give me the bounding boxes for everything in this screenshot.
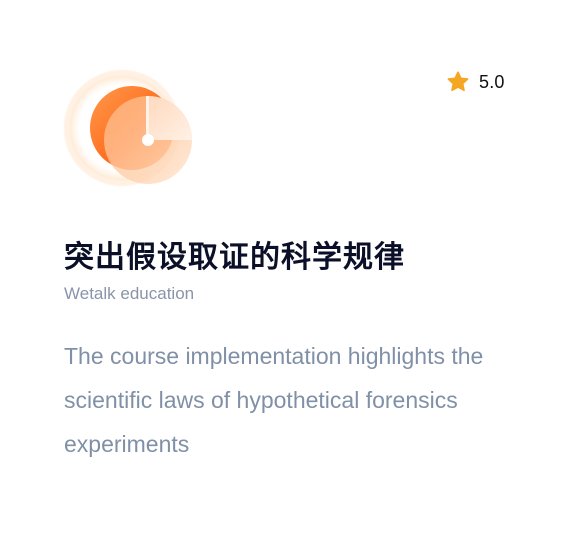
orange-clock-pie-icon xyxy=(62,68,192,188)
course-title: 突出假设取证的科学规律 xyxy=(64,240,405,275)
course-rating: 5.0 xyxy=(446,70,505,94)
star-icon xyxy=(447,71,469,92)
course-provider: Wetalk education xyxy=(64,284,195,303)
course-card[interactable]: 5.0 突出假设取证的科学规律 Wetalk education The cou… xyxy=(0,0,568,554)
rating-value: 5.0 xyxy=(479,71,505,92)
course-logo xyxy=(60,66,210,196)
course-description: The course implementation highlights the… xyxy=(64,343,484,457)
